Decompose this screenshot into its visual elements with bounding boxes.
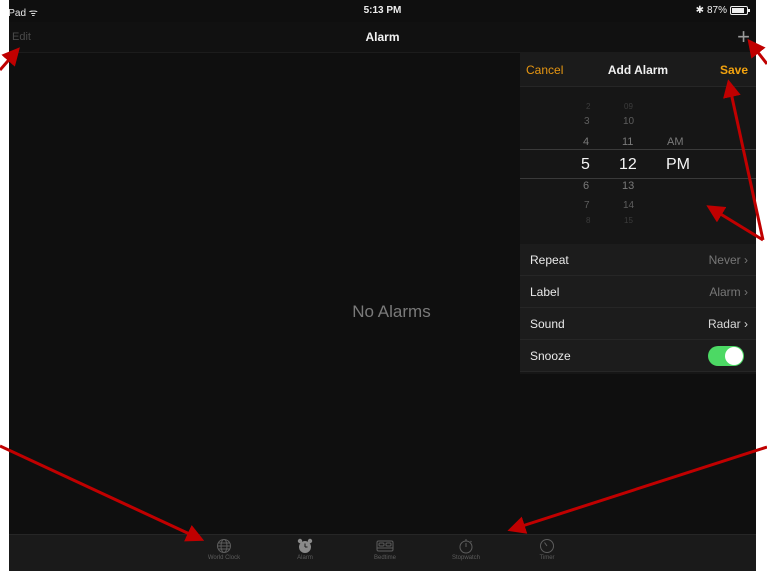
arrow-to-stopwatch	[507, 445, 767, 534]
annotation-arrows	[0, 38, 767, 542]
arrow-to-edit	[0, 47, 20, 71]
arrow-to-world-clock	[0, 444, 205, 542]
arrow-to-save	[723, 79, 765, 241]
arrow-to-add	[747, 38, 767, 65]
arrow-to-picker	[706, 205, 764, 242]
